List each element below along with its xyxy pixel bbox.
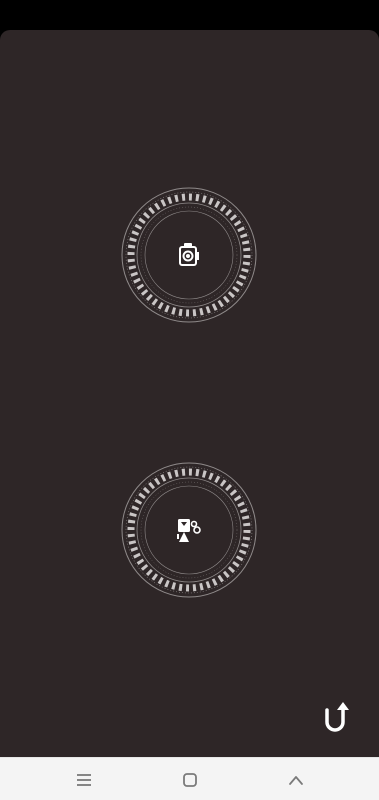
u-turn-arrow-icon xyxy=(325,702,349,732)
status-bar xyxy=(0,0,379,30)
main-panel xyxy=(0,30,379,757)
app-screen xyxy=(0,0,379,800)
menu-icon xyxy=(77,774,91,786)
video-mode-dial[interactable] xyxy=(119,460,259,600)
nav-back-button[interactable] xyxy=(282,766,310,794)
nav-home-button[interactable] xyxy=(176,766,204,794)
video-camera-icon xyxy=(173,514,205,546)
photo-mode-dial[interactable] xyxy=(119,185,259,325)
nav-menu-button[interactable] xyxy=(70,766,98,794)
return-button[interactable] xyxy=(321,700,351,734)
camera-icon xyxy=(174,240,204,270)
back-chevron-icon xyxy=(289,776,303,785)
system-nav-bar xyxy=(0,757,379,800)
home-square-icon xyxy=(183,773,197,787)
